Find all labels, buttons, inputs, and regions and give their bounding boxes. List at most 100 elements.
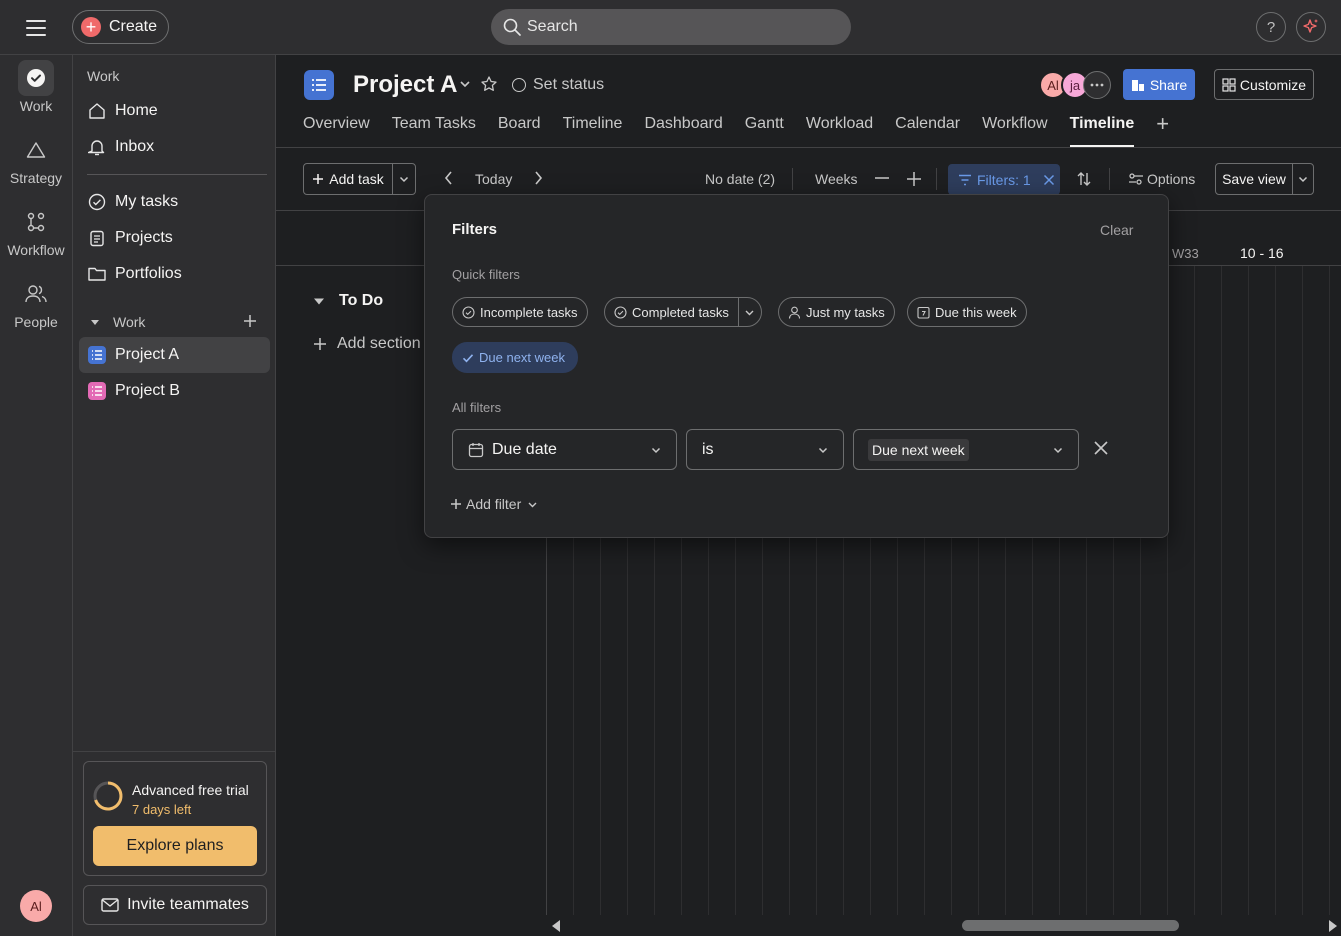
page-title: Project A: [353, 71, 458, 98]
sort-icon[interactable]: [1077, 171, 1091, 187]
plus-icon: +: [81, 17, 101, 37]
quick-filter-due-next-week[interactable]: Due next week: [452, 342, 578, 373]
add-tab-icon[interactable]: +: [1156, 111, 1169, 147]
close-icon[interactable]: [1043, 174, 1055, 186]
share-icon: [1131, 79, 1144, 91]
options-icon[interactable]: [1128, 172, 1144, 186]
ai-sparkle-button[interactable]: [1296, 12, 1326, 42]
plus-icon: [314, 338, 326, 350]
people-icon: [18, 276, 54, 312]
star-icon[interactable]: [480, 75, 498, 93]
sidebar-item-label: Projects: [115, 229, 173, 246]
scroll-left-icon[interactable]: [550, 919, 562, 933]
quick-filter-completed[interactable]: Completed tasks: [604, 297, 762, 327]
share-button[interactable]: Share: [1123, 69, 1195, 100]
customize-button[interactable]: Customize: [1214, 69, 1314, 100]
add-section-button[interactable]: Add section: [313, 335, 421, 353]
tab-workflow[interactable]: Workflow: [982, 115, 1048, 147]
save-view-button[interactable]: Save view: [1215, 163, 1314, 195]
tab-workload[interactable]: Workload: [806, 115, 873, 147]
add-task-label: Add task: [329, 171, 384, 187]
rail-item-strategy[interactable]: Strategy: [0, 132, 72, 186]
rail-item-work[interactable]: Work: [0, 60, 72, 114]
set-status-button[interactable]: Set status: [512, 76, 604, 94]
save-view-label: Save view: [1216, 164, 1293, 194]
create-button[interactable]: + Create: [72, 10, 169, 44]
menu-icon[interactable]: [22, 14, 50, 42]
trial-progress-icon: [93, 781, 123, 811]
chevron-down-icon[interactable]: [393, 164, 415, 194]
sidebar-divider: [73, 751, 275, 752]
filter-value-select[interactable]: Due next week: [853, 429, 1079, 470]
today-button[interactable]: Today: [475, 171, 512, 187]
project-icon: [304, 70, 334, 100]
chip-label: Incomplete tasks: [480, 304, 578, 320]
more-members-icon[interactable]: [1083, 71, 1111, 99]
trial-days-left: 7 days left: [132, 802, 192, 817]
plus-icon: [313, 174, 324, 184]
tab-overview[interactable]: Overview: [303, 115, 370, 147]
add-project-icon[interactable]: [243, 314, 257, 328]
grid-icon: [1222, 77, 1236, 92]
chevron-left-icon[interactable]: [443, 170, 455, 186]
chevron-right-icon[interactable]: [532, 170, 544, 186]
options-button[interactable]: Options: [1147, 171, 1195, 187]
sidebar-item-inbox[interactable]: Inbox: [79, 129, 270, 165]
tab-calendar[interactable]: Calendar: [895, 115, 960, 147]
quick-filter-incomplete[interactable]: Incomplete tasks: [452, 297, 588, 327]
avatar[interactable]: Al: [20, 890, 52, 922]
close-icon[interactable]: [1093, 440, 1109, 456]
sidebar-item-project-b[interactable]: Project B: [79, 373, 270, 409]
work-section-toggle[interactable]: Work: [89, 314, 145, 330]
clear-filters-button[interactable]: Clear: [1100, 222, 1133, 238]
horizontal-scrollbar[interactable]: [546, 915, 1341, 936]
project-list-icon: [87, 381, 107, 401]
tab-timeline[interactable]: Timeline: [563, 115, 623, 147]
tab-dashboard[interactable]: Dashboard: [644, 115, 722, 147]
chevron-down-icon[interactable]: [739, 298, 761, 326]
sidebar-item-portfolios[interactable]: Portfolios: [79, 256, 270, 292]
help-button[interactable]: ?: [1256, 12, 1286, 42]
share-label: Share: [1149, 76, 1188, 93]
scroll-right-icon[interactable]: [1327, 919, 1339, 933]
sidebar-item-home[interactable]: Home: [79, 93, 270, 129]
invite-teammates-button[interactable]: Invite teammates: [83, 885, 267, 925]
tab-gantt[interactable]: Gantt: [745, 115, 784, 147]
rail-item-people[interactable]: People: [0, 276, 72, 330]
tab-timeline-active[interactable]: Timeline: [1069, 115, 1134, 147]
no-date-button[interactable]: No date (2): [705, 171, 775, 187]
work-section-label: Work: [113, 314, 146, 330]
rail-item-workflow[interactable]: Workflow: [0, 204, 72, 258]
sidebar-item-project-a[interactable]: Project A: [79, 337, 270, 373]
chevron-down-icon[interactable]: [458, 77, 472, 91]
explore-plans-button[interactable]: Explore plans: [93, 826, 257, 866]
add-filter-button[interactable]: Add filter: [450, 496, 538, 512]
section-header[interactable]: To Do: [313, 292, 383, 310]
filters-button[interactable]: Filters: 1: [948, 164, 1060, 195]
zoom-out-icon[interactable]: [874, 176, 890, 180]
add-task-button[interactable]: Add task: [303, 163, 416, 195]
customize-label: Customize: [1239, 76, 1307, 93]
week-range: 10 - 16: [1240, 245, 1284, 261]
sidebar-item-projects[interactable]: Projects: [79, 220, 270, 256]
mail-icon: [101, 898, 119, 912]
tab-board[interactable]: Board: [498, 115, 541, 147]
quick-filter-due-this-week[interactable]: Due this week: [907, 297, 1027, 327]
top-bar: + Create Search ?: [0, 0, 1341, 55]
section-title: To Do: [339, 292, 384, 309]
filter-operator-select[interactable]: is: [686, 429, 844, 470]
filter-field-value: Due date: [492, 440, 557, 458]
zoom-select[interactable]: Weeks: [815, 171, 858, 187]
filter-operator-value: is: [702, 440, 714, 458]
sidebar-item-my-tasks[interactable]: My tasks: [79, 184, 270, 220]
filter-field-select[interactable]: Due date: [452, 429, 677, 470]
caret-down-icon: [91, 320, 99, 325]
chevron-down-icon[interactable]: [1293, 164, 1313, 194]
quick-filter-just-mine[interactable]: Just my tasks: [778, 297, 895, 327]
scrollbar-thumb[interactable]: [962, 920, 1179, 931]
workflow-icon: [18, 204, 54, 240]
search-input[interactable]: Search: [491, 9, 851, 45]
tab-team-tasks[interactable]: Team Tasks: [392, 115, 476, 147]
zoom-in-icon[interactable]: [906, 171, 922, 187]
sidebar-item-label: Home: [115, 102, 158, 119]
